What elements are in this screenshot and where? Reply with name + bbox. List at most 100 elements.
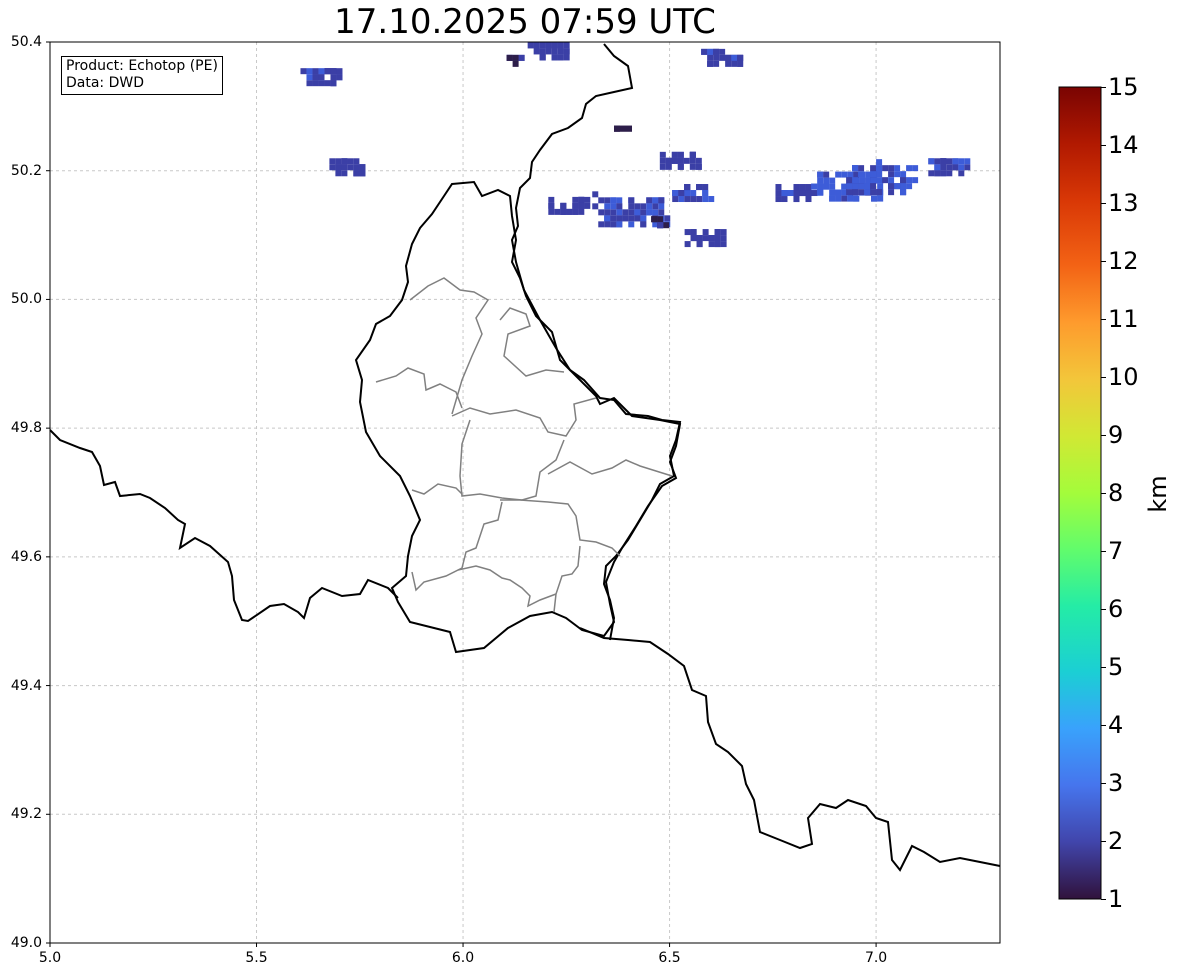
- echotop-cells: [300, 42, 971, 248]
- echo-pixel: [946, 170, 953, 177]
- echo-pixel: [628, 215, 635, 222]
- echo-pixel: [817, 177, 824, 184]
- colorbar-tick-mark: [1101, 145, 1106, 146]
- echo-pixel: [572, 202, 579, 209]
- echo-pixel: [539, 48, 546, 55]
- colorbar-tick-label: 4: [1108, 711, 1124, 739]
- colorbar-tick-label: 14: [1108, 131, 1139, 159]
- colorbar-tick-label: 11: [1108, 305, 1139, 333]
- colorbar-tick-label: 6: [1108, 595, 1124, 623]
- x-tick-label: 6.0: [451, 950, 475, 966]
- echo-pixel: [876, 159, 883, 166]
- echo-pixel: [616, 203, 623, 210]
- echo-pixel: [817, 183, 824, 190]
- echo-pixel: [610, 215, 617, 222]
- echo-pixel: [912, 177, 919, 184]
- echo-pixel: [852, 165, 859, 172]
- echo-pixel: [604, 209, 611, 216]
- echo-pixel: [690, 235, 697, 242]
- echo-pixel: [341, 164, 348, 171]
- echo-pixel: [663, 222, 670, 229]
- colorbar-tick-mark: [1101, 261, 1106, 262]
- colorbar-tick-mark: [1101, 725, 1106, 726]
- echo-pixel: [672, 196, 679, 203]
- echo-pixel: [870, 183, 877, 190]
- echo-pixel: [598, 221, 605, 228]
- echo-pixel: [677, 151, 684, 158]
- echo-pixel: [720, 229, 727, 236]
- echo-pixel: [888, 177, 895, 184]
- echo-pixel: [584, 196, 591, 203]
- echo-pixel: [659, 157, 666, 164]
- echo-pixel: [829, 183, 836, 190]
- echo-pixel: [592, 203, 599, 210]
- echo-pixel: [731, 54, 738, 61]
- echo-pixel: [563, 42, 570, 49]
- colorbar-tick-mark: [1101, 667, 1106, 668]
- y-tick-label: 49.4: [10, 677, 42, 694]
- echo-pixel: [677, 157, 684, 164]
- echo-pixel: [817, 171, 824, 178]
- echo-pixel: [518, 54, 525, 61]
- echo-pixel: [823, 177, 830, 184]
- echo-pixel: [622, 215, 629, 222]
- echo-pixel: [708, 196, 715, 203]
- echo-pixel: [684, 229, 691, 236]
- colorbar-tick-mark: [1101, 609, 1106, 610]
- echo-pixel: [852, 189, 859, 196]
- colorbar-tick-mark: [1101, 783, 1106, 784]
- echo-pixel: [847, 195, 854, 202]
- echo-pixel: [324, 68, 331, 75]
- echo-pixel: [306, 68, 313, 75]
- echo-pixel: [888, 183, 895, 190]
- echo-pixel: [882, 177, 889, 184]
- echo-pixel: [657, 222, 664, 229]
- echo-pixel: [353, 158, 360, 165]
- echo-pixel: [695, 163, 702, 170]
- national-border-germany: [510, 43, 682, 641]
- echo-pixel: [557, 42, 564, 49]
- echo-pixel: [858, 183, 865, 190]
- echo-pixel: [823, 171, 830, 178]
- echo-pixel: [584, 202, 591, 209]
- echo-pixel: [684, 184, 691, 191]
- echo-pixel: [847, 171, 854, 178]
- echo-pixel: [805, 190, 812, 197]
- echo-pixel: [640, 203, 647, 210]
- echo-pixel: [940, 170, 947, 177]
- echo-pixel: [604, 197, 611, 204]
- echo-pixel: [330, 68, 337, 75]
- echo-pixel: [946, 164, 953, 171]
- echo-pixel: [533, 42, 540, 49]
- echo-pixel: [347, 158, 354, 165]
- colorbar-tick-label: 7: [1108, 537, 1124, 565]
- colorbar-tick-label: 2: [1108, 827, 1124, 855]
- colorbar-tick-label: 9: [1108, 421, 1124, 449]
- colorbar-tick-mark: [1101, 87, 1106, 88]
- echo-pixel: [330, 74, 337, 81]
- echo-pixel: [318, 80, 325, 87]
- echo-pixel: [336, 74, 343, 81]
- echo-pixel: [835, 171, 842, 178]
- echo-pixel: [598, 209, 605, 216]
- echo-pixel: [928, 158, 935, 165]
- echo-pixel: [713, 48, 720, 55]
- echo-pixel: [347, 164, 354, 171]
- echo-pixel: [335, 164, 342, 171]
- echo-pixel: [906, 183, 913, 190]
- echo-pixel: [719, 54, 726, 61]
- echo-pixel: [616, 215, 623, 222]
- echo-pixel: [689, 157, 696, 164]
- echo-pixel: [689, 151, 696, 158]
- echo-pixel: [877, 183, 884, 190]
- echo-pixel: [652, 197, 659, 204]
- echo-pixel: [628, 203, 635, 210]
- echo-pixel: [707, 60, 714, 67]
- colorbar-tick-mark: [1101, 319, 1106, 320]
- echo-pixel: [876, 177, 883, 184]
- echo-pixel: [658, 197, 665, 204]
- echo-pixel: [690, 196, 697, 203]
- echo-pixel: [799, 190, 806, 197]
- echo-pixel: [616, 197, 623, 204]
- echo-pixel: [335, 158, 342, 165]
